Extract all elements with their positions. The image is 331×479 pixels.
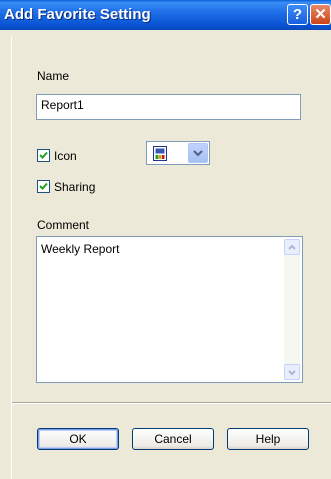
ok-button[interactable]: OK	[37, 428, 119, 450]
document-icon	[153, 146, 167, 161]
chevron-up-icon	[288, 244, 296, 250]
comment-textarea[interactable]: Weekly Report	[36, 236, 303, 383]
name-label: Name	[37, 69, 70, 83]
separator	[12, 402, 331, 404]
sharing-checkbox[interactable]	[37, 180, 50, 193]
icon-dropdown[interactable]	[146, 141, 210, 165]
scroll-down-button[interactable]	[284, 364, 300, 380]
add-favorite-dialog: Add Favorite Setting ? ✕ Name Report1 Ic…	[0, 0, 331, 479]
scroll-up-button[interactable]	[284, 239, 300, 255]
checkmark-icon	[39, 182, 48, 190]
title-bar[interactable]: Add Favorite Setting ? ✕	[0, 0, 331, 30]
icon-label: Icon	[54, 149, 77, 163]
comment-value: Weekly Report	[41, 242, 120, 256]
comment-scrollbar[interactable]	[284, 239, 300, 380]
close-icon[interactable]: ✕	[310, 4, 331, 25]
chevron-down-icon	[288, 370, 296, 376]
checkmark-icon	[39, 151, 48, 159]
comment-label: Comment	[37, 218, 90, 232]
name-value: Report1	[41, 98, 84, 112]
dropdown-button[interactable]	[188, 143, 208, 163]
sharing-label: Sharing	[54, 180, 96, 194]
chevron-down-icon	[193, 150, 203, 157]
icon-checkbox[interactable]	[37, 149, 50, 162]
dialog-body: Name Report1 Icon Sharing Comment Weekly…	[11, 36, 331, 479]
name-field[interactable]: Report1	[36, 94, 301, 120]
dialog-title: Add Favorite Setting	[4, 6, 151, 23]
help-button[interactable]: Help	[227, 428, 309, 450]
help-icon[interactable]: ?	[287, 4, 308, 25]
cancel-button[interactable]: Cancel	[132, 428, 214, 450]
